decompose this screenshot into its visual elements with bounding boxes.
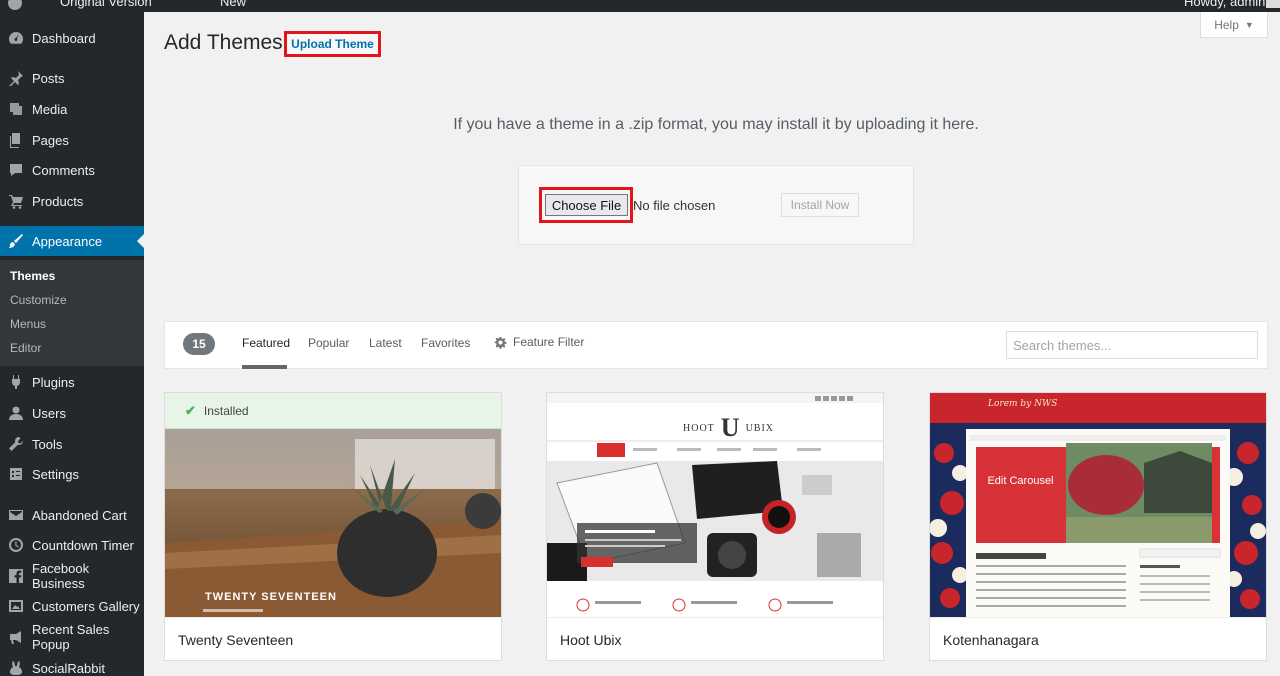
user-icon [8,405,24,421]
theme-name: Twenty Seventeen [165,617,501,660]
sidebar-item-recent-sales-popup[interactable]: Recent Sales Popup [0,622,144,652]
sidebar-item-label: SocialRabbit [32,660,105,676]
plug-icon [8,374,24,390]
dashboard-icon [8,30,24,46]
feature-filter-button[interactable]: Feature Filter [494,335,584,349]
choose-file-button[interactable]: Choose File [545,194,628,216]
sidebar-item-comments[interactable]: Comments [0,156,144,184]
screenshot-logo-letter: U [720,413,740,442]
pushpin-icon [8,70,24,86]
sidebar-item-posts[interactable]: Posts [0,64,144,92]
upload-theme-button[interactable]: Upload Theme [284,31,381,57]
theme-screenshot: Lorem by NWS Edit Carousel [930,393,1266,617]
submenu-item-menus[interactable]: Menus [10,317,46,331]
sidebar-item-label: Pages [32,132,69,148]
theme-card-twenty-seventeen[interactable]: ✔ Installed TWENTY SEVENTEEN Twenty Seve… [164,392,502,661]
sidebar-item-label: Facebook Business [32,561,90,591]
paintbrush-icon [8,233,24,249]
sidebar-item-label: Products [32,193,84,209]
media-icon [8,101,24,117]
help-tab-button[interactable]: Help ▼ [1200,12,1268,38]
theme-card-hoot-ubix[interactable]: HOOT U UBIX Hoot Ubix [546,392,884,661]
cart-icon [8,193,24,209]
settings-icon [8,466,24,482]
theme-name: Hoot Ubix [547,617,883,660]
sidebar-item-label: Plugins [32,374,75,390]
appearance-submenu: Themes Customize Menus Editor [0,260,144,366]
facebook-icon [8,568,24,584]
sidebar-item-label: Posts [32,70,65,86]
clock-icon [8,537,24,553]
sidebar-item-label: Media [32,101,68,117]
installed-notice: ✔ Installed [165,393,501,429]
tab-popular[interactable]: Popular [308,336,349,350]
screenshot-site-title: TWENTY SEVENTEEN [205,591,337,603]
search-themes-input[interactable] [1006,331,1258,359]
submenu-item-themes[interactable]: Themes [10,269,55,283]
sidebar-item-dashboard[interactable]: Dashboard [0,24,144,52]
submenu-item-customize[interactable]: Customize [10,293,67,307]
email-icon [8,507,24,523]
sidebar-item-appearance[interactable]: Appearance [0,226,144,256]
new-content-link[interactable]: New [220,0,246,9]
gallery-icon [8,598,24,614]
checkmark-icon: ✔ [185,402,196,418]
admin-sidebar: Dashboard Posts Media Pages Comments Pro… [0,12,144,676]
admin-bar: Original Version New Howdy, admin [0,0,1280,12]
sidebar-item-socialrabbit[interactable]: SocialRabbit [0,654,144,676]
upload-description: If you have a theme in a .zip format, yo… [453,116,979,133]
no-file-label: No file chosen [633,198,716,213]
sidebar-item-label: Comments [32,162,95,178]
sidebar-item-pages[interactable]: Pages [0,126,144,154]
megaphone-icon [8,629,24,645]
site-name-link[interactable]: Original Version [60,0,152,9]
sidebar-item-media[interactable]: Media [0,95,144,123]
screenshot-carousel-label: Edit Carousel [978,449,1063,541]
sidebar-item-label: Users [32,405,66,421]
sidebar-item-label: Countdown Timer [32,537,134,553]
sidebar-item-label: Customers Gallery [32,598,140,614]
tab-featured[interactable]: Featured [242,336,290,350]
sidebar-item-abandoned-cart[interactable]: Abandoned Cart [0,501,144,529]
sidebar-item-label: Appearance [32,233,103,249]
comment-icon [8,162,24,178]
gear-icon [494,336,507,349]
caret-down-icon: ▼ [1244,19,1254,30]
pages-icon [8,132,24,148]
wordpress-logo-icon[interactable] [8,0,22,10]
sidebar-item-plugins[interactable]: Plugins [0,368,144,396]
theme-screenshot: HOOT U UBIX [547,393,883,617]
wrench-icon [8,436,24,452]
sidebar-item-users[interactable]: Users [0,399,144,427]
feature-filter-label: Feature Filter [513,335,585,349]
screenshot-logo: HOOT U UBIX [683,413,775,442]
tab-latest[interactable]: Latest [369,336,402,350]
sidebar-item-countdown-timer[interactable]: Countdown Timer [0,531,144,559]
sidebar-item-label: Tools [32,436,63,452]
avatar[interactable] [1266,0,1280,8]
sidebar-item-label: Settings [32,466,79,482]
theme-card-kotenhanagara[interactable]: Lorem by NWS Edit Carousel Kotenhanagara [929,392,1267,661]
sidebar-item-settings[interactable]: Settings [0,460,144,488]
tab-favorites[interactable]: Favorites [421,336,470,350]
sidebar-item-facebook-business[interactable]: Facebook Business [0,561,144,591]
page-title: Add Themes [164,31,283,54]
theme-name: Kotenhanagara [930,617,1266,660]
install-now-button[interactable]: Install Now [781,193,859,217]
sidebar-item-label: Abandoned Cart [32,507,127,523]
help-label: Help [1214,17,1239,32]
sidebar-item-customers-gallery[interactable]: Customers Gallery [0,592,144,620]
sidebar-item-label: Recent Sales Popup [32,622,110,652]
installed-label: Installed [203,403,249,418]
submenu-item-editor[interactable]: Editor [10,341,41,355]
sidebar-item-products[interactable]: Products [0,187,144,215]
sidebar-item-tools[interactable]: Tools [0,430,144,458]
screenshot-site-title: Lorem by NWS [988,399,1058,409]
howdy-account-link[interactable]: Howdy, admin [1184,0,1265,9]
current-tab-indicator [242,365,287,369]
theme-count-badge: 15 [183,333,215,355]
sidebar-item-label: Dashboard [32,30,96,46]
rabbit-icon [8,660,24,676]
